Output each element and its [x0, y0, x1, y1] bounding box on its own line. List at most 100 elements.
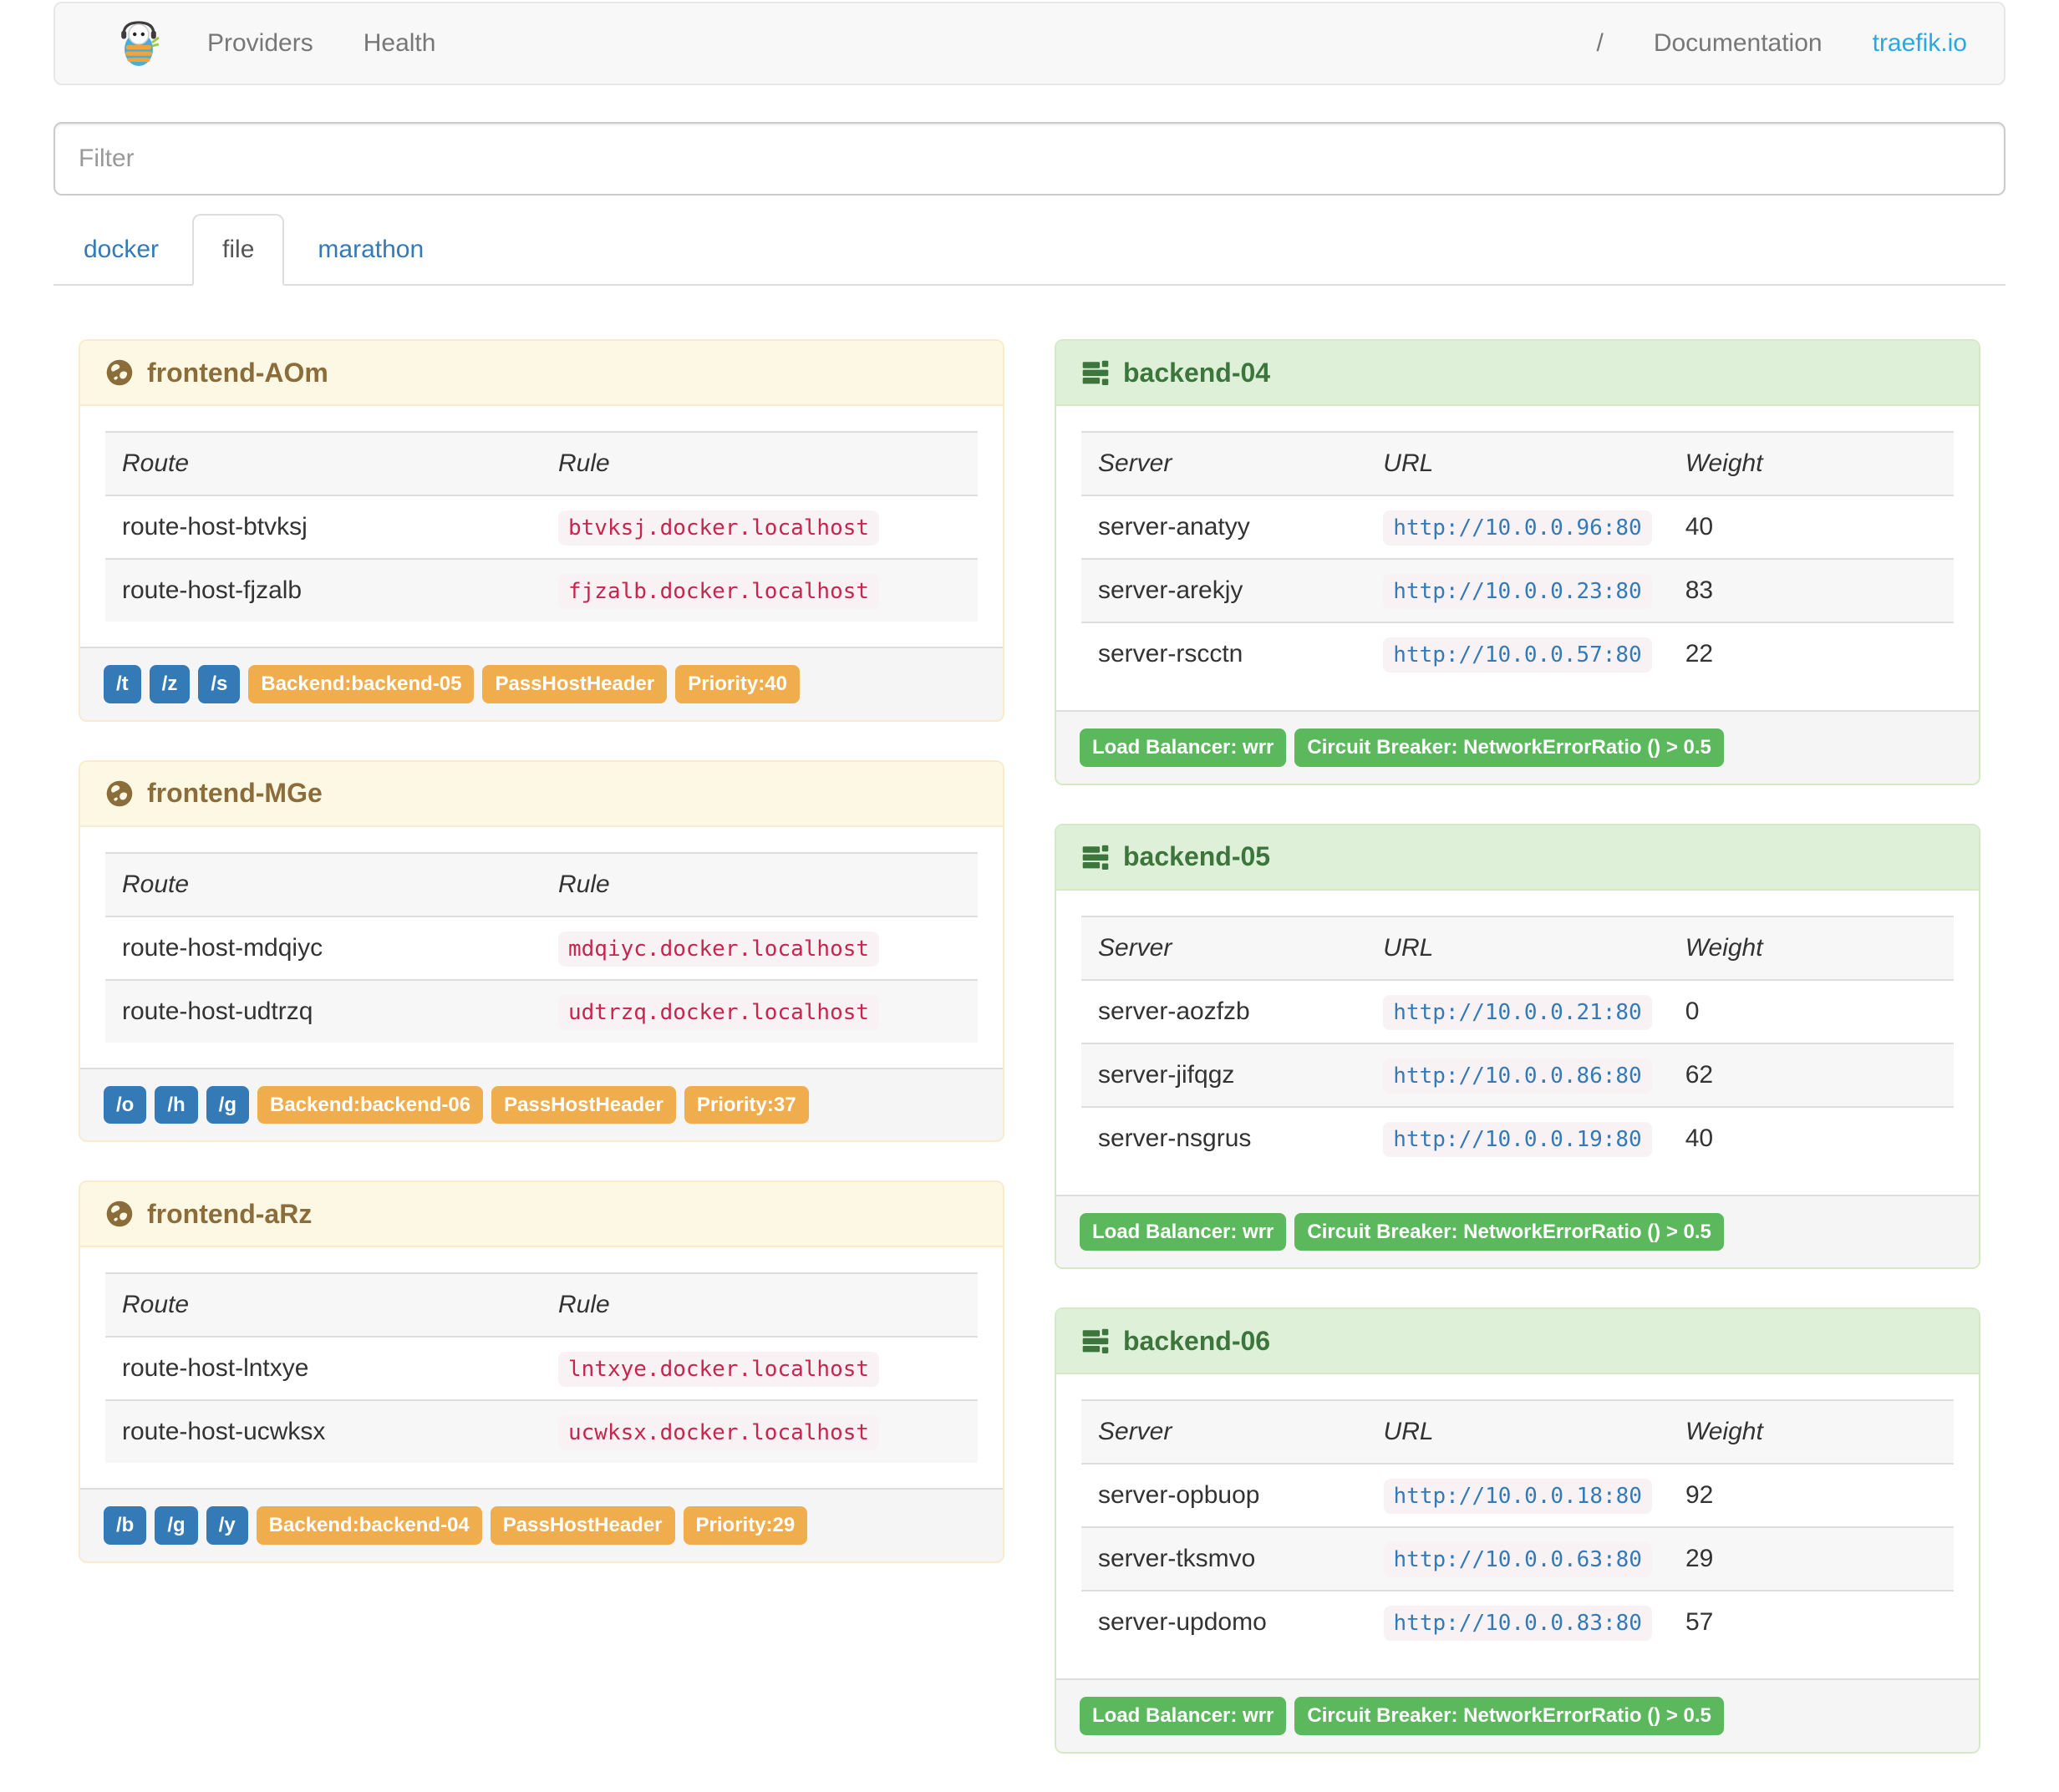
- server-row: server-nsgrus http://10.0.0.19:80 40: [1081, 1106, 1954, 1170]
- setting-badge: PassHostHeader: [491, 1085, 676, 1124]
- servers-icon: [1081, 358, 1110, 387]
- traefik-mascot-icon: [121, 21, 160, 66]
- server-cell: server-nsgrus: [1098, 1124, 1252, 1152]
- setting-badge: PassHostHeader: [490, 1506, 675, 1545]
- weight-cell: 62: [1685, 1060, 1714, 1089]
- backend-card: backend-05 Server URL Weight server-aozf…: [1055, 823, 1980, 1270]
- backend-card-header: backend-04: [1056, 341, 1979, 406]
- url-code: http://10.0.0.57:80: [1383, 637, 1652, 673]
- column-header-server: Server: [1098, 933, 1172, 962]
- rule-code: udtrzq.docker.localhost: [558, 994, 880, 1030]
- backend-title: backend-05: [1123, 841, 1271, 872]
- route-row: route-host-btvksj btvksj.docker.localhos…: [105, 495, 978, 559]
- content: frontend-AOm Route Rule route-host-btvks…: [53, 339, 2006, 1792]
- weight-cell: 29: [1685, 1545, 1714, 1573]
- frontends-column: frontend-AOm Route Rule route-host-btvks…: [53, 339, 1030, 1792]
- url-code: http://10.0.0.86:80: [1383, 1058, 1652, 1094]
- column-header-route: Route: [122, 1291, 190, 1319]
- frontend-card-header: frontend-aRz: [80, 1182, 1003, 1248]
- route-cell: route-host-ucwksx: [122, 1418, 326, 1446]
- table-header-row: Server URL Weight: [1081, 1400, 1954, 1465]
- server-row: server-opbuop http://10.0.0.18:80 92: [1081, 1464, 1954, 1527]
- provider-tabs: docker file marathon: [53, 214, 2006, 286]
- route-cell: route-host-mdqiyc: [122, 933, 323, 962]
- table-header-row: Server URL Weight: [1081, 916, 1954, 980]
- setting-badge: PassHostHeader: [482, 665, 668, 703]
- frontend-card-footer: /o/h/g Backend:backend-06 PassHostHeader Pr…: [80, 1067, 1003, 1141]
- globe-icon: [105, 779, 134, 808]
- frontend-card: frontend-MGe Route Rule route-host-mdqiy…: [79, 759, 1004, 1143]
- url-code: http://10.0.0.63:80: [1383, 1542, 1652, 1578]
- entrypoint-badge: /z: [149, 665, 191, 703]
- server-table: Server URL Weight server-opbuop http://1…: [1081, 1399, 1954, 1653]
- frontend-card-body: Route Rule route-host-lntxye lntxye.dock…: [80, 1247, 1003, 1488]
- entrypoint-badge: /g: [155, 1506, 198, 1545]
- column-header-route: Route: [122, 870, 190, 898]
- backend-badge: Load Balancer: wrr: [1080, 1697, 1287, 1735]
- entrypoint-badge: /t: [104, 665, 141, 703]
- setting-badge: Priority:29: [683, 1506, 808, 1545]
- server-row: server-jifqgz http://10.0.0.86:80 62: [1081, 1043, 1954, 1107]
- backends-column: backend-04 Server URL Weight server-anat…: [1030, 339, 2006, 1792]
- rule-cell: btvksj.docker.localhost: [541, 495, 978, 559]
- frontend-title: frontend-MGe: [147, 778, 323, 809]
- url-cell: http://10.0.0.96:80: [1366, 495, 1668, 559]
- route-cell: route-host-fjzalb: [122, 576, 302, 604]
- route-row: route-host-fjzalb fjzalb.docker.localhos…: [105, 559, 978, 622]
- url-cell: http://10.0.0.83:80: [1367, 1591, 1669, 1653]
- server-row: server-anatyy http://10.0.0.96:80 40: [1081, 495, 1954, 559]
- backend-card: backend-06 Server URL Weight server-opbu…: [1055, 1307, 1980, 1754]
- tab-marathon[interactable]: marathon: [287, 214, 454, 286]
- nav-separator: /: [1596, 29, 1604, 57]
- server-table: Server URL Weight server-anatyy http://1…: [1081, 431, 1954, 685]
- backend-card-header: backend-05: [1056, 825, 1979, 891]
- route-rule-table: Route Rule route-host-mdqiyc mdqiyc.dock…: [105, 852, 978, 1043]
- rule-code: mdqiyc.docker.localhost: [558, 931, 880, 967]
- server-cell: server-aozfzb: [1098, 997, 1250, 1025]
- servers-icon: [1081, 1327, 1110, 1355]
- nav-item-documentation[interactable]: Documentation: [1629, 29, 1848, 58]
- frontend-card-body: Route Rule route-host-btvksj btvksj.dock…: [80, 406, 1003, 647]
- frontend-card-footer: /t/z/s Backend:backend-05 PassHostHeader Pr…: [80, 647, 1003, 720]
- column-header-weight: Weight: [1685, 1418, 1763, 1446]
- page: Providers Health / Documentation traefik…: [53, 2, 2006, 1792]
- frontend-card-footer: /b/g/y Backend:backend-04 PassHostHeader Pr…: [80, 1488, 1003, 1561]
- backend-card: backend-04 Server URL Weight server-anat…: [1055, 339, 1980, 785]
- servers-icon: [1081, 843, 1110, 871]
- route-cell: route-host-btvksj: [122, 513, 308, 541]
- setting-badge: Priority:40: [675, 665, 800, 703]
- weight-cell: 40: [1685, 513, 1714, 541]
- globe-icon: [105, 1200, 134, 1228]
- backend-badge: Circuit Breaker: NetworkErrorRatio () > …: [1294, 1697, 1724, 1735]
- setting-badge: Priority:37: [684, 1085, 809, 1124]
- tab-docker[interactable]: docker: [53, 214, 189, 286]
- weight-cell: 22: [1685, 640, 1714, 668]
- backend-badge: Load Balancer: wrr: [1080, 1212, 1287, 1251]
- weight-cell: 83: [1685, 576, 1714, 604]
- server-row: server-updomo http://10.0.0.83:80 57: [1081, 1591, 1954, 1653]
- backend-card-footer: Load Balancer: wrr Circuit Breaker: Netwo…: [1056, 1678, 1979, 1752]
- setting-badge: Backend:backend-04: [256, 1506, 482, 1545]
- nav-item-traefik-io[interactable]: traefik.io: [1848, 29, 1992, 58]
- route-row: route-host-ucwksx ucwksx.docker.localhos…: [105, 1400, 978, 1464]
- rule-cell: ucwksx.docker.localhost: [541, 1400, 978, 1463]
- server-cell: server-updomo: [1098, 1608, 1267, 1637]
- nav-item-providers[interactable]: Providers: [182, 29, 338, 58]
- filter-input[interactable]: [53, 122, 2006, 195]
- column-header-server: Server: [1098, 449, 1172, 477]
- rule-cell: mdqiyc.docker.localhost: [541, 916, 978, 980]
- route-cell: route-host-lntxye: [122, 1354, 309, 1383]
- backend-card-footer: Load Balancer: wrr Circuit Breaker: Netwo…: [1056, 710, 1979, 784]
- url-cell: http://10.0.0.18:80: [1367, 1464, 1669, 1527]
- url-cell: http://10.0.0.57:80: [1366, 622, 1668, 685]
- column-header-weight: Weight: [1685, 449, 1763, 477]
- entrypoint-badge: /y: [206, 1506, 248, 1545]
- url-code: http://10.0.0.19:80: [1383, 1121, 1652, 1157]
- traefik-logo[interactable]: [67, 19, 182, 68]
- tab-file[interactable]: file: [192, 214, 285, 286]
- column-header-url: URL: [1383, 933, 1434, 962]
- url-cell: http://10.0.0.23:80: [1366, 559, 1668, 622]
- nav-item-health[interactable]: Health: [338, 29, 461, 58]
- entrypoint-badge: /o: [104, 1085, 147, 1124]
- backend-card-header: backend-06: [1056, 1309, 1979, 1375]
